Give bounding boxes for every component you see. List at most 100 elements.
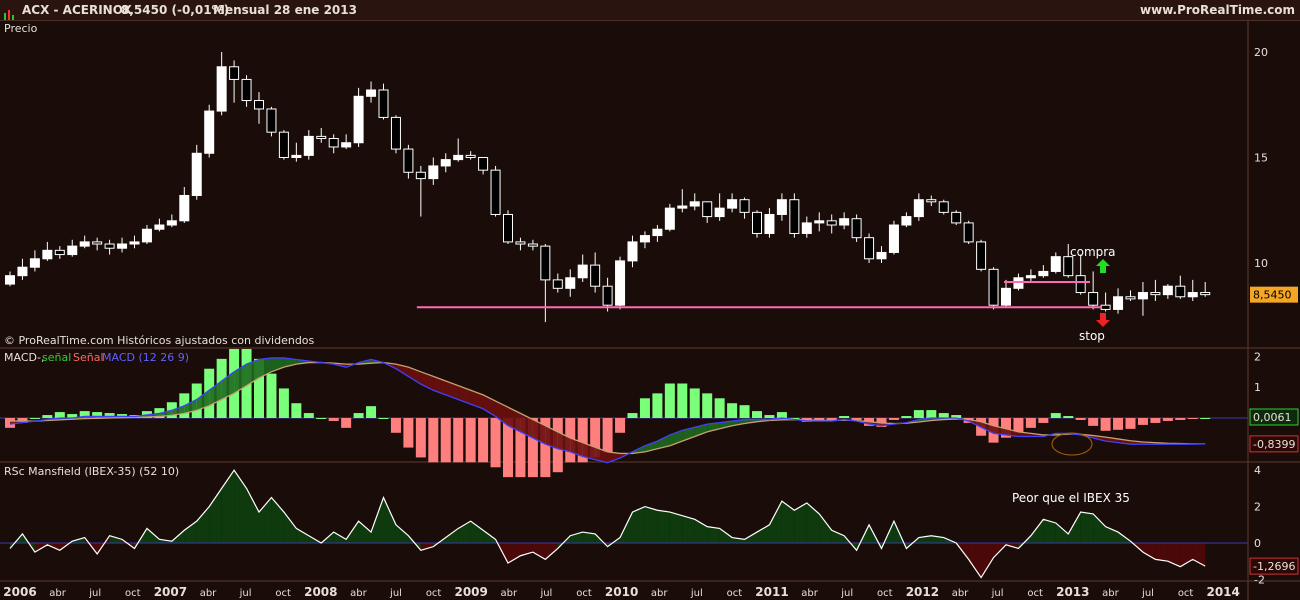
macd-hist-pos bbox=[702, 393, 713, 418]
rsc-y-tick: 0 bbox=[1254, 537, 1261, 550]
x-axis-tick: jul bbox=[991, 588, 1004, 599]
candle-bull bbox=[353, 95, 364, 144]
candle-bull bbox=[901, 216, 912, 226]
candle-bull bbox=[453, 154, 464, 161]
candle-bear bbox=[1125, 296, 1136, 300]
candle-bear bbox=[702, 201, 713, 218]
x-axis-tick: oct bbox=[1027, 588, 1043, 599]
macd-line-value: -0,8399 bbox=[1253, 438, 1295, 451]
candle-bull bbox=[179, 194, 190, 222]
candle-bull bbox=[191, 152, 202, 196]
macd-hist-pos bbox=[776, 412, 787, 418]
stop-annotation: stop bbox=[1079, 329, 1105, 343]
candle-bear bbox=[1088, 292, 1099, 306]
macd-hist-value: 0,0061 bbox=[1253, 411, 1292, 424]
x-axis-tick: oct bbox=[1178, 588, 1194, 599]
candle-bear bbox=[602, 285, 613, 306]
candle-bull bbox=[776, 199, 787, 215]
x-axis-tick: jul bbox=[840, 588, 853, 599]
macd-hist-pos bbox=[689, 388, 700, 418]
candle-bull bbox=[79, 241, 90, 247]
macd-hist-neg bbox=[415, 418, 426, 458]
macd-hist-pos bbox=[764, 415, 775, 418]
rsc-y-tick: 2 bbox=[1254, 501, 1261, 514]
macd-hist-neg bbox=[1113, 418, 1124, 430]
candle-bull bbox=[664, 207, 675, 230]
price-panel-footer: © ProRealTime.com Históricos ajustados c… bbox=[4, 334, 315, 347]
macd-hist-pos bbox=[54, 412, 65, 418]
macd-hist-pos bbox=[839, 416, 850, 418]
x-axis-tick: 2009 bbox=[454, 585, 487, 599]
x-axis-tick: oct bbox=[275, 588, 291, 599]
candle-bull bbox=[216, 66, 227, 112]
candle-bear bbox=[316, 135, 327, 140]
x-axis-tick: 2013 bbox=[1056, 585, 1089, 599]
candle-bull bbox=[577, 264, 588, 279]
x-axis-tick: 2012 bbox=[906, 585, 939, 599]
candle-bear bbox=[590, 264, 601, 287]
candle-bull bbox=[204, 110, 215, 154]
candle-bull bbox=[615, 260, 626, 306]
macd-hist-pos bbox=[677, 383, 688, 418]
x-axis-tick: oct bbox=[576, 588, 592, 599]
rsc-area-segment bbox=[632, 506, 645, 543]
x-axis-tick: oct bbox=[727, 588, 743, 599]
candle-bull bbox=[913, 199, 924, 218]
x-axis-tick: abr bbox=[1102, 588, 1119, 599]
candle-bull bbox=[639, 235, 650, 243]
macd-hist-neg bbox=[390, 418, 401, 433]
price-y-tick: 20 bbox=[1254, 46, 1268, 59]
x-axis-tick: abr bbox=[200, 588, 217, 599]
candle-bull bbox=[689, 201, 700, 207]
macd-hist-pos bbox=[42, 415, 53, 418]
rsc-panel-title: RSc Mansfield (IBEX-35) (52 10) bbox=[4, 465, 179, 478]
x-axis-tick: jul bbox=[389, 588, 402, 599]
macd-hist-neg bbox=[826, 418, 837, 420]
x-axis-tick: oct bbox=[877, 588, 893, 599]
x-axis-tick: 2008 bbox=[304, 585, 337, 599]
x-axis-tick: abr bbox=[952, 588, 969, 599]
candle-bear bbox=[415, 171, 426, 180]
x-axis-tick: 2006 bbox=[3, 585, 36, 599]
candle-bull bbox=[42, 249, 53, 260]
candle-bear bbox=[789, 199, 800, 234]
candle-bear bbox=[739, 199, 750, 213]
macd-hist-neg bbox=[453, 418, 464, 463]
panel-bg-rsc bbox=[0, 463, 1248, 580]
candle-bull bbox=[1013, 277, 1024, 289]
macd-hist-pos bbox=[714, 398, 725, 418]
macd-hist-neg bbox=[328, 418, 339, 421]
buy-annotation: compra bbox=[1070, 245, 1116, 259]
candle-bull bbox=[1025, 275, 1036, 279]
candle-bull bbox=[714, 207, 725, 218]
site-label[interactable]: www.ProRealTime.com bbox=[1140, 3, 1295, 17]
candle-bear bbox=[1150, 292, 1161, 296]
macd-hist-neg bbox=[1175, 418, 1186, 420]
candle-bear bbox=[478, 157, 489, 171]
rsc-area-segment bbox=[707, 526, 720, 543]
candle-bull bbox=[652, 228, 663, 237]
x-axis-tick: 2011 bbox=[755, 585, 788, 599]
price-y-tick: 15 bbox=[1254, 152, 1268, 165]
candle-bear bbox=[503, 213, 513, 243]
candle-bear bbox=[988, 268, 999, 306]
candle-bear bbox=[378, 89, 389, 118]
candle-bear bbox=[963, 222, 974, 243]
macd-hist-pos bbox=[752, 411, 762, 418]
candle-bear bbox=[328, 138, 339, 148]
macd-hist-pos bbox=[291, 403, 302, 418]
candle-bull bbox=[727, 199, 738, 209]
macd-hist-neg bbox=[478, 418, 489, 463]
macd-hist-pos bbox=[938, 413, 949, 418]
candle-bear bbox=[266, 108, 277, 133]
macd-hist-pos bbox=[266, 373, 277, 418]
candle-bull bbox=[5, 275, 15, 285]
macd-hist-neg bbox=[1025, 418, 1036, 428]
macd-hist-pos bbox=[639, 398, 650, 418]
x-axis-tick: oct bbox=[426, 588, 442, 599]
x-axis-tick: abr bbox=[501, 588, 518, 599]
x-axis-tick: jul bbox=[239, 588, 252, 599]
last-price-value: 8,5450 bbox=[1253, 289, 1292, 302]
candle-bull bbox=[440, 159, 451, 167]
candle-bull bbox=[67, 245, 78, 256]
